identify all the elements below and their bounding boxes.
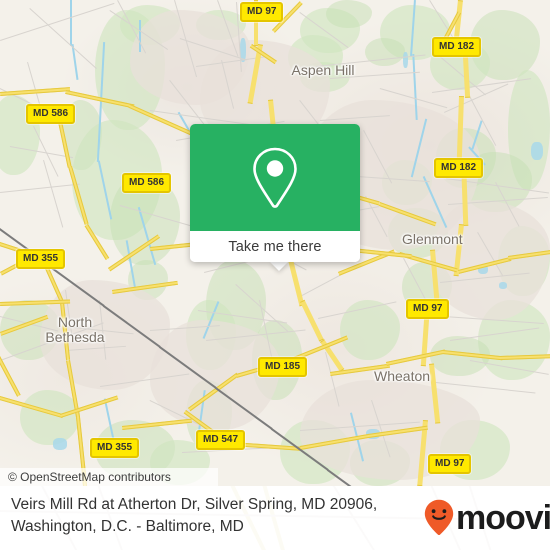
- route-shield[interactable]: MD 355: [16, 249, 66, 269]
- card-pin-area: [190, 124, 360, 231]
- place-label-north-bethesda: North Bethesda: [45, 314, 105, 345]
- place-label-glenmont: Glenmont: [402, 231, 463, 247]
- water-body: [531, 142, 543, 160]
- route-shield[interactable]: MD 97: [406, 299, 450, 319]
- place-label-aspen-hill: Aspen Hill: [291, 62, 355, 78]
- water-body: [53, 438, 67, 450]
- route-shield[interactable]: MD 182: [432, 37, 482, 57]
- route-shield[interactable]: MD 547: [196, 430, 246, 450]
- map-canvas[interactable]: MD 97 MD 182 MD 586 MD 182 MD 586 MD 355…: [0, 0, 550, 486]
- stream: [139, 20, 141, 52]
- stream: [70, 0, 72, 46]
- route-shield[interactable]: MD 97: [240, 2, 284, 22]
- callout-tail: [270, 262, 288, 271]
- result-title-line-2: Washington, D.C. - Baltimore, MD: [11, 518, 244, 535]
- moovit-logo[interactable]: moovit: [424, 499, 550, 536]
- water-body: [499, 282, 507, 289]
- route-shield[interactable]: MD 182: [434, 158, 484, 178]
- map-result-page: MD 97 MD 182 MD 586 MD 182 MD 586 MD 355…: [0, 0, 550, 550]
- water-body: [403, 52, 408, 68]
- moovit-wordmark: moovit: [456, 498, 550, 537]
- route-shield[interactable]: MD 97: [428, 454, 472, 474]
- take-me-there-button[interactable]: Take me there: [190, 231, 360, 262]
- location-callout-card[interactable]: Take me there: [190, 124, 360, 262]
- result-title-line-1: Veirs Mill Rd at Atherton Dr, Silver Spr…: [11, 496, 378, 513]
- place-label-wheaton: Wheaton: [374, 368, 431, 384]
- route-shield[interactable]: MD 355: [90, 438, 140, 458]
- map-pin-icon: [253, 147, 297, 208]
- route-shield[interactable]: MD 586: [122, 173, 172, 193]
- osm-attribution[interactable]: © OpenStreetMap contributors: [0, 468, 218, 486]
- moovit-smiley-pin-icon: [424, 499, 454, 536]
- route-shield[interactable]: MD 185: [258, 357, 308, 377]
- route-shield[interactable]: MD 586: [26, 104, 76, 124]
- result-title: Veirs Mill Rd at Atherton Dr, Silver Spr…: [11, 494, 411, 538]
